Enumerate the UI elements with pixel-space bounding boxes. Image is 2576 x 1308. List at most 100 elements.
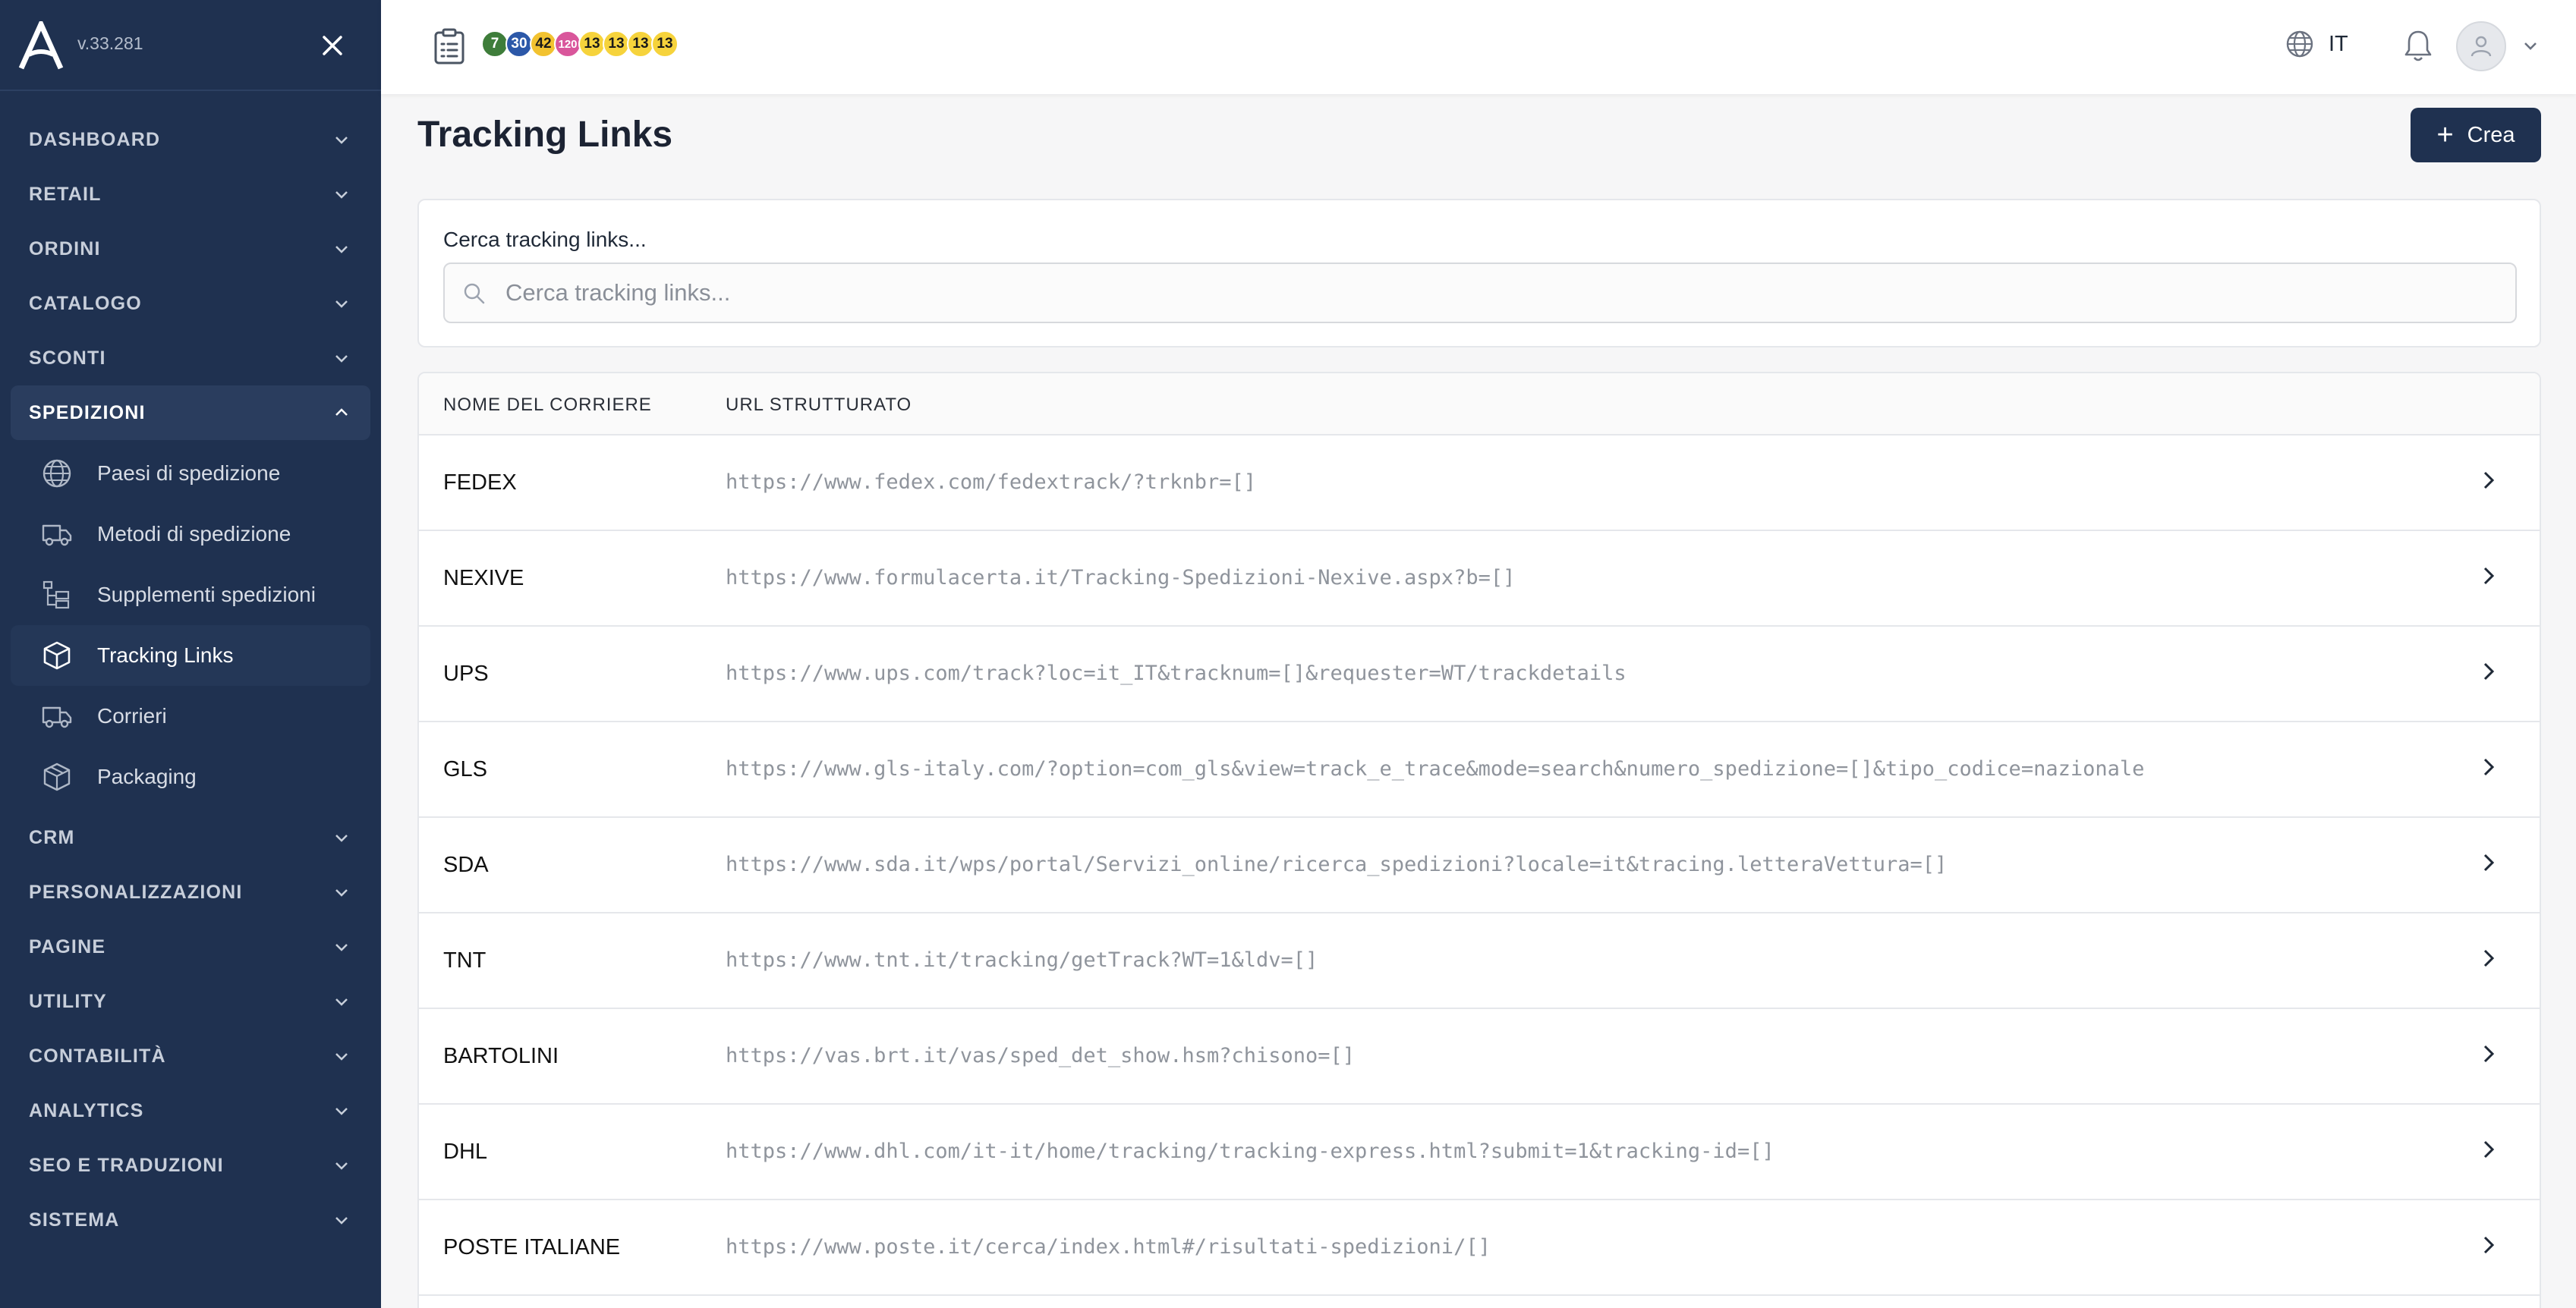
- chevron-right-icon[interactable]: [2477, 1138, 2500, 1161]
- sidebar-nav: DASHBOARD RETAIL ORDINI CATALOGO SCONTI …: [0, 112, 381, 1247]
- carrier-name: BARTOLINI: [443, 1044, 559, 1068]
- sidebar-item-dashboard[interactable]: DASHBOARD: [11, 112, 370, 167]
- clipboard-list-icon[interactable]: [431, 27, 468, 65]
- count-badge[interactable]: 13: [603, 30, 630, 58]
- count-badge[interactable]: 7: [481, 30, 509, 58]
- table-header: NOME DEL CORRIERE URL STRUTTURATO: [419, 373, 2540, 435]
- submenu-spedizioni: Paesi di spedizione Metodi di spedizione…: [11, 443, 370, 807]
- sidebar-item-personalizzazioni[interactable]: PERSONALIZZAZIONI: [11, 865, 370, 920]
- chevron-right-icon[interactable]: [2477, 1042, 2500, 1065]
- sidebar-subitem-metodi[interactable]: Metodi di spedizione: [11, 504, 370, 564]
- sidebar-item-label: DASHBOARD: [29, 128, 161, 150]
- sidebar-subitem-paesi[interactable]: Paesi di spedizione: [11, 443, 370, 504]
- sidebar-subitem-label: Metodi di spedizione: [97, 522, 291, 546]
- count-badge[interactable]: 13: [627, 30, 654, 58]
- truck-icon: [41, 700, 73, 732]
- create-button-label: Crea: [2467, 122, 2515, 147]
- sidebar-subitem-tracking-links[interactable]: Tracking Links: [11, 625, 370, 686]
- sidebar-item-label: PERSONALIZZAZIONI: [29, 881, 243, 903]
- chevron-down-icon: [335, 889, 348, 897]
- sidebar-item-sconti[interactable]: SCONTI: [11, 331, 370, 385]
- sidebar-subitem-label: Corrieri: [97, 704, 167, 728]
- count-badge[interactable]: 42: [530, 30, 557, 58]
- hierarchy-icon: [41, 579, 73, 611]
- user-avatar[interactable]: [2456, 21, 2506, 71]
- table-row[interactable]: UPS https://www.ups.com/track?loc=it_IT&t…: [419, 627, 2540, 722]
- sidebar-item-sistema[interactable]: SISTEMA: [11, 1193, 370, 1247]
- sidebar-subitem-label: Supplementi spedizioni: [97, 583, 316, 606]
- table-row[interactable]: NEXIVE https://www.formulacerta.it/Tracki…: [419, 531, 2540, 627]
- search-input[interactable]: [505, 273, 2494, 313]
- search-field[interactable]: [443, 263, 2517, 323]
- carrier-name: POSTE ITALIANE: [443, 1235, 621, 1259]
- tracking-url: https://www.tnt.it/tracking/getTrack?WT=…: [726, 948, 1318, 972]
- sidebar-item-label: CONTABILITÀ: [29, 1045, 166, 1067]
- sidebar-item-label: RETAIL: [29, 183, 102, 205]
- globe-icon: [2286, 30, 2313, 58]
- count-badge[interactable]: 30: [505, 30, 533, 58]
- tracking-url: https://www.sda.it/wps/portal/Servizi_on…: [726, 853, 1948, 876]
- topbar: 7 30 42 120 13 13 13 13 IT: [381, 0, 2576, 94]
- sidebar-item-crm[interactable]: CRM: [11, 810, 370, 865]
- table-row[interactable]: DHL https://www.dhl.com/it-it/home/tracki…: [419, 1105, 2540, 1200]
- chevron-down-icon: [335, 1162, 348, 1170]
- chevron-right-icon[interactable]: [2477, 756, 2500, 778]
- sidebar-subitem-packaging[interactable]: Packaging: [11, 747, 370, 807]
- table-row[interactable]: BARTOLINI https://vas.brt.it/vas/sped_det…: [419, 1009, 2540, 1105]
- table-row[interactable]: GLS https://www.gls-italy.com/?option=com…: [419, 722, 2540, 818]
- sidebar-item-pagine[interactable]: PAGINE: [11, 920, 370, 974]
- sidebar-item-retail[interactable]: RETAIL: [11, 167, 370, 222]
- chevron-right-icon[interactable]: [2477, 947, 2500, 970]
- sidebar-subitem-label: Packaging: [97, 765, 197, 788]
- sidebar-item-label: SPEDIZIONI: [29, 401, 146, 423]
- table-row[interactable]: POSTE ITALIANE https://www.poste.it/cerca…: [419, 1200, 2540, 1296]
- truck-icon: [41, 518, 73, 550]
- create-button[interactable]: + Crea: [2411, 108, 2541, 162]
- chevron-down-icon[interactable]: [2520, 35, 2541, 56]
- sidebar-subitem-label: Tracking Links: [97, 643, 234, 667]
- sidebar-subitem-supplementi[interactable]: Supplementi spedizioni: [11, 564, 370, 625]
- column-header-url[interactable]: URL STRUTTURATO: [726, 395, 912, 416]
- status-badges: 7 30 42 120 13 13 13 13: [481, 30, 679, 58]
- user-icon: [2471, 36, 2492, 57]
- chevron-right-icon[interactable]: [2477, 564, 2500, 587]
- count-badge[interactable]: 13: [651, 30, 679, 58]
- count-badge[interactable]: 13: [578, 30, 606, 58]
- sidebar-subitem-corrieri[interactable]: Corrieri: [11, 686, 370, 747]
- tracking-url: https://www.formulacerta.it/Tracking-Spe…: [726, 566, 1516, 590]
- chevron-right-icon[interactable]: [2477, 1234, 2500, 1256]
- sidebar: v.33.281 DASHBOARD RETAIL ORDINI CATALOG…: [0, 0, 381, 1308]
- count-badge[interactable]: 120: [554, 30, 581, 58]
- sidebar-item-contabilita[interactable]: CONTABILITÀ: [11, 1029, 370, 1083]
- chevron-down-icon: [335, 944, 348, 951]
- chevron-right-icon[interactable]: [2477, 660, 2500, 683]
- chevron-right-icon[interactable]: [2477, 851, 2500, 874]
- sidebar-item-seo-traduzioni[interactable]: SEO E TRADUZIONI: [11, 1138, 370, 1193]
- sidebar-item-utility[interactable]: UTILITY: [11, 974, 370, 1029]
- sidebar-item-catalogo[interactable]: CATALOGO: [11, 276, 370, 331]
- sidebar-item-spedizioni[interactable]: SPEDIZIONI: [11, 385, 370, 440]
- sidebar-item-analytics[interactable]: ANALYTICS: [11, 1083, 370, 1138]
- language-selector[interactable]: IT: [2285, 29, 2348, 59]
- carrier-name: GLS: [443, 757, 488, 781]
- chevron-down-icon: [335, 1053, 348, 1061]
- carrier-name: DHL: [443, 1140, 488, 1164]
- bell-icon[interactable]: [2401, 27, 2435, 64]
- table-row[interactable]: SDA https://www.sda.it/wps/portal/Servizi…: [419, 818, 2540, 913]
- close-sidebar-icon[interactable]: [317, 30, 348, 61]
- chevron-down-icon: [335, 300, 348, 308]
- sidebar-item-ordini[interactable]: ORDINI: [11, 222, 370, 276]
- table-row[interactable]: TNT https://www.tnt.it/tracking/getTrack?…: [419, 913, 2540, 1009]
- chevron-down-icon: [335, 246, 348, 253]
- chevron-down-icon: [335, 998, 348, 1006]
- chevron-right-icon[interactable]: [2477, 469, 2500, 492]
- table-row[interactable]: FEDEX https://www.fedex.com/fedextrack/?t…: [419, 435, 2540, 531]
- app-logo[interactable]: [18, 21, 64, 70]
- page-title: Tracking Links: [417, 115, 673, 155]
- sidebar-item-label: ORDINI: [29, 237, 101, 259]
- plus-icon: +: [2436, 119, 2454, 151]
- column-header-carrier[interactable]: NOME DEL CORRIERE: [443, 395, 652, 416]
- sidebar-item-label: UTILITY: [29, 990, 107, 1012]
- app-version: v.33.281: [77, 33, 143, 53]
- box-icon: [41, 640, 73, 671]
